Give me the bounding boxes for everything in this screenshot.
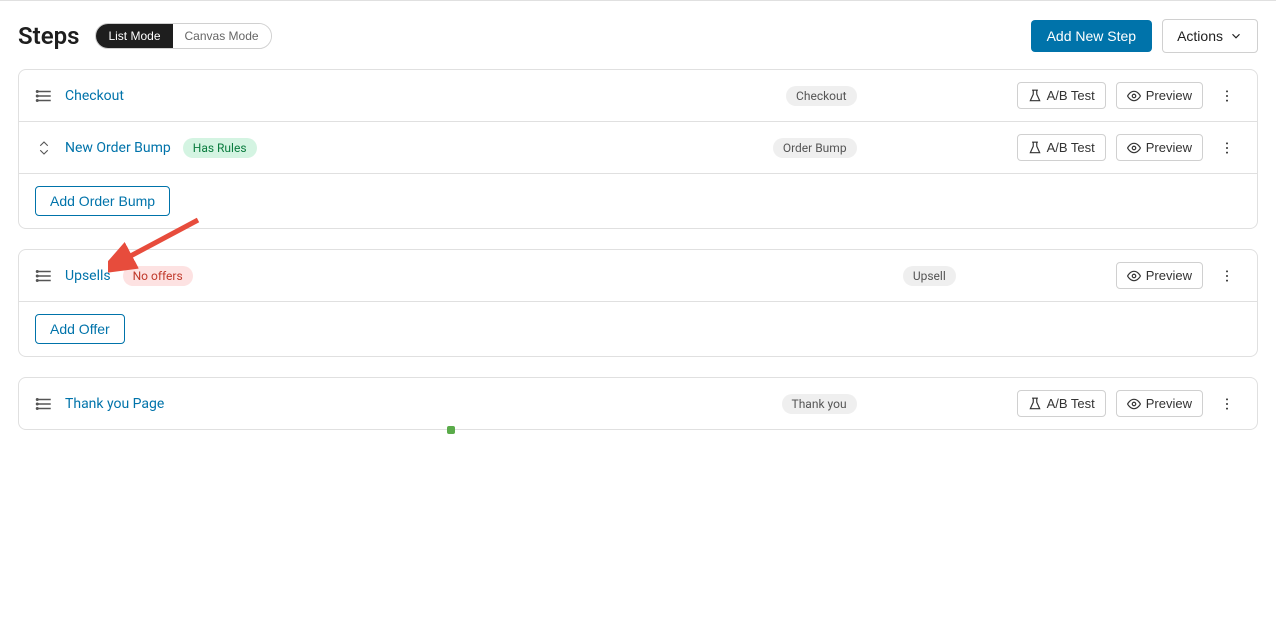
eye-icon <box>1127 397 1141 411</box>
preview-button[interactable]: Preview <box>1116 134 1203 161</box>
preview-button[interactable]: Preview <box>1116 82 1203 109</box>
eye-icon <box>1127 141 1141 155</box>
view-mode-toggle: List Mode Canvas Mode <box>95 23 271 49</box>
list-mode-button[interactable]: List Mode <box>96 24 172 48</box>
type-pill-thankyou: Thank you <box>782 394 857 414</box>
type-pill-checkout: Checkout <box>786 86 857 106</box>
step-group-checkout: Checkout Checkout A/B Test Preview <box>18 69 1258 229</box>
step-group-thankyou: Thank you Page Thank you A/B Test Previe… <box>18 377 1258 430</box>
ab-test-button[interactable]: A/B Test <box>1017 134 1106 161</box>
green-marker <box>447 426 455 434</box>
ab-test-button[interactable]: A/B Test <box>1017 390 1106 417</box>
step-group-upsells: Upsells No offers Upsell Preview Add Off… <box>18 249 1258 357</box>
preview-button[interactable]: Preview <box>1116 390 1203 417</box>
ab-test-button[interactable]: A/B Test <box>1017 82 1106 109</box>
drag-handle-icon[interactable] <box>35 267 53 285</box>
step-link-upsells[interactable]: Upsells <box>65 268 111 284</box>
canvas-mode-button[interactable]: Canvas Mode <box>173 24 271 48</box>
step-row-upsells: Upsells No offers Upsell Preview <box>19 250 1257 302</box>
more-menu-button[interactable] <box>1213 84 1241 108</box>
drag-handle-icon[interactable] <box>35 87 53 105</box>
step-row-order-bump: New Order Bump Has Rules Order Bump A/B … <box>19 122 1257 174</box>
type-pill-order-bump: Order Bump <box>773 138 857 158</box>
has-rules-badge: Has Rules <box>183 138 257 158</box>
step-row-checkout: Checkout Checkout A/B Test Preview <box>19 70 1257 122</box>
actions-label: Actions <box>1177 28 1223 44</box>
step-link-order-bump[interactable]: New Order Bump <box>65 140 171 156</box>
more-menu-button[interactable] <box>1213 392 1241 416</box>
add-new-step-button[interactable]: Add New Step <box>1031 20 1153 52</box>
sort-handle-icon[interactable] <box>35 139 53 157</box>
drag-handle-icon[interactable] <box>35 395 53 413</box>
more-vertical-icon <box>1219 140 1235 156</box>
step-link-checkout[interactable]: Checkout <box>65 88 124 104</box>
chevron-down-icon <box>1229 29 1243 43</box>
add-offer-button[interactable]: Add Offer <box>35 314 125 344</box>
more-menu-button[interactable] <box>1213 136 1241 160</box>
ab-test-icon <box>1028 397 1042 411</box>
more-menu-button[interactable] <box>1213 264 1241 288</box>
page-title: Steps <box>18 22 79 50</box>
step-link-thankyou[interactable]: Thank you Page <box>65 396 164 412</box>
more-vertical-icon <box>1219 396 1235 412</box>
preview-button[interactable]: Preview <box>1116 262 1203 289</box>
no-offers-badge: No offers <box>123 266 193 286</box>
actions-dropdown[interactable]: Actions <box>1162 19 1258 53</box>
eye-icon <box>1127 89 1141 103</box>
ab-test-icon <box>1028 89 1042 103</box>
page-header: Steps List Mode Canvas Mode Add New Step… <box>18 19 1258 53</box>
type-pill-upsell: Upsell <box>903 266 956 286</box>
more-vertical-icon <box>1219 268 1235 284</box>
more-vertical-icon <box>1219 88 1235 104</box>
add-order-bump-button[interactable]: Add Order Bump <box>35 186 170 216</box>
step-row-thankyou: Thank you Page Thank you A/B Test Previe… <box>19 378 1257 429</box>
ab-test-icon <box>1028 141 1042 155</box>
eye-icon <box>1127 269 1141 283</box>
